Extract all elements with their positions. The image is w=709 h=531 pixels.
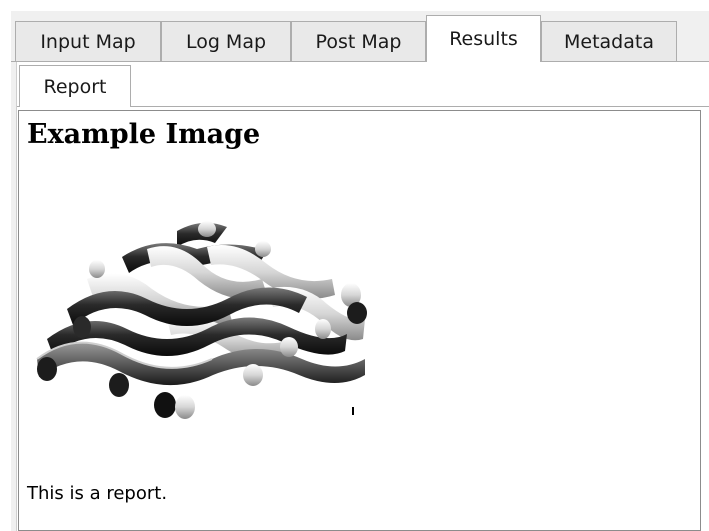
tab-results[interactable]: Results (426, 15, 541, 62)
report-body-text: This is a report. (27, 483, 168, 504)
tab-input-map[interactable]: Input Map (15, 21, 161, 61)
tab-report[interactable]: Report (19, 65, 131, 107)
tab-metadata[interactable]: Metadata (541, 21, 677, 61)
woven-fabric-image (36, 221, 367, 419)
results-panel: Report Example Image This is a report. (16, 62, 709, 531)
report-title: Example Image (27, 119, 261, 150)
main-window: Input Map Log Map Post Map Results Metad… (11, 11, 709, 531)
report-view[interactable]: Example Image This is a report. (18, 110, 701, 531)
tab-post-map[interactable]: Post Map (291, 21, 426, 61)
sub-tab-bar: Report (17, 62, 709, 107)
top-tab-bar: Input Map Log Map Post Map Results Metad… (11, 15, 709, 62)
tab-log-map[interactable]: Log Map (161, 21, 291, 61)
